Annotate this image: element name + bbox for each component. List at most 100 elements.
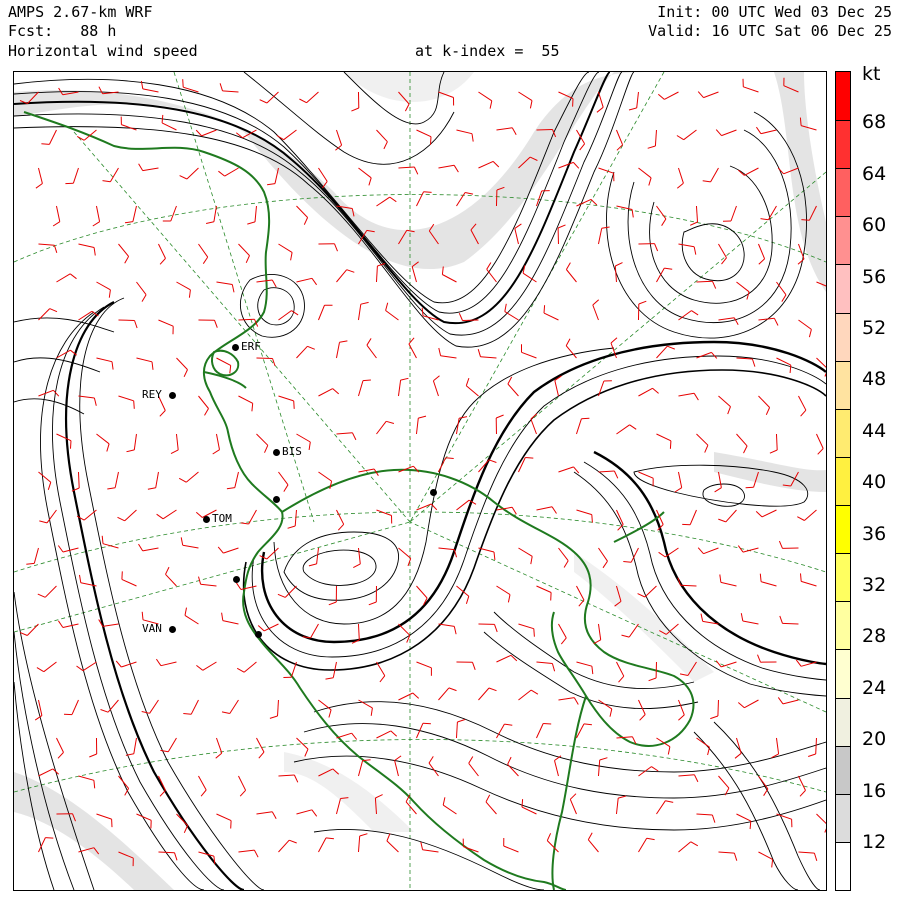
wind-barb-staff <box>478 91 493 102</box>
wind-barb-flag <box>565 262 571 270</box>
station-marker[interactable] <box>169 392 176 399</box>
wind-barb-staff <box>816 433 824 449</box>
wind-barb-staff <box>598 167 614 174</box>
wind-barb-flag <box>599 757 608 761</box>
wind-barb-staff <box>721 661 737 668</box>
wind-barb-flag <box>727 406 731 415</box>
wind-barb-flag <box>707 747 710 756</box>
wind-barb-flag <box>57 752 64 759</box>
wind-barb-flag <box>291 310 299 316</box>
wind-barb-flag <box>714 487 722 493</box>
wind-barb-flag <box>188 289 191 298</box>
wind-barb-flag <box>755 511 763 518</box>
wind-barb-staff <box>186 167 199 180</box>
wind-barb-flag <box>183 369 188 378</box>
wind-barb-flag <box>375 794 383 799</box>
wind-barb-flag <box>510 654 518 662</box>
wind-barb-flag <box>293 400 295 409</box>
wind-barb-flag <box>797 258 805 265</box>
wind-barb-flag <box>755 126 762 134</box>
wind-barb-flag <box>325 837 334 840</box>
wind-barb-staff <box>416 191 425 207</box>
forecast-hour: Fcst: 88 h <box>8 22 117 40</box>
wind-barb-flag <box>592 299 600 306</box>
wind-barb-staff <box>496 127 513 131</box>
wind-barb-staff <box>742 547 759 553</box>
wind-barb-staff <box>357 623 360 641</box>
wind-barb-staff <box>683 129 697 141</box>
wind-barb-staff <box>213 205 217 222</box>
wind-barb-flag <box>151 361 154 370</box>
wind-barb-staff <box>718 851 735 854</box>
wind-barb-flag <box>697 91 704 98</box>
wind-barb-flag <box>204 408 209 416</box>
wind-barb-flag <box>472 662 476 670</box>
wind-barb-staff <box>248 509 257 525</box>
wind-barb-flag <box>147 487 156 490</box>
wind-barb-flag <box>489 100 493 109</box>
wind-barb-staff <box>575 418 582 435</box>
wind-speed-map[interactable]: ERF REY BIS TOM VAN <box>13 71 827 891</box>
wind-barb-staff <box>316 547 319 564</box>
wind-barb-staff <box>72 167 79 184</box>
wind-barb-flag <box>269 715 278 719</box>
wind-barb-flag <box>226 487 235 490</box>
wind-barb-flag <box>221 711 230 714</box>
wind-barb-staff <box>198 395 209 409</box>
wind-barb-staff <box>496 723 505 739</box>
wind-barb-flag <box>366 338 372 346</box>
wind-barb-staff <box>294 509 297 527</box>
wind-barb-flag <box>485 794 491 803</box>
wind-barb-staff <box>597 91 604 108</box>
station-marker[interactable] <box>273 449 280 456</box>
wind-barb-staff <box>238 318 255 321</box>
wind-barb-staff <box>696 813 713 816</box>
station-marker[interactable] <box>169 626 176 633</box>
wind-barb-staff <box>385 310 399 321</box>
wind-barb-flag <box>618 795 627 799</box>
wind-barb-flag <box>530 689 539 695</box>
wind-barb-staff <box>614 265 617 283</box>
station-marker[interactable] <box>273 496 280 503</box>
wind-barb-flag <box>529 100 533 109</box>
wind-barb-staff <box>554 380 559 397</box>
wind-barb-flag <box>743 445 748 454</box>
wind-barb-flag <box>769 449 778 454</box>
wind-barb-staff <box>56 433 72 442</box>
station-marker[interactable] <box>203 516 210 523</box>
wind-barb-flag <box>351 432 357 441</box>
wind-barb-staff <box>118 395 134 402</box>
station-marker[interactable] <box>232 344 239 351</box>
wind-barb-staff <box>357 547 361 564</box>
wind-barb-flag <box>418 415 427 419</box>
wind-barb-flag <box>267 183 276 186</box>
wind-barb-flag <box>196 665 204 671</box>
wind-barb-staff <box>703 91 719 99</box>
wind-barb-staff <box>442 274 457 283</box>
station-marker[interactable] <box>430 489 437 496</box>
wind-barb-staff <box>56 737 64 753</box>
wind-barb-staff <box>696 280 713 283</box>
wind-barb-staff <box>496 654 512 663</box>
station-marker[interactable] <box>233 576 240 583</box>
wind-barb-staff <box>536 723 544 739</box>
wind-barb-staff <box>638 387 653 397</box>
wind-barb-flag <box>817 448 824 455</box>
wind-barb-staff <box>124 509 137 522</box>
wind-barb-staff <box>536 506 553 511</box>
wind-barb-staff <box>162 509 177 520</box>
wind-barb-staff <box>190 699 199 715</box>
wind-barb-staff <box>456 499 470 511</box>
wind-barb-flag <box>493 551 496 560</box>
wind-barb-flag <box>102 180 111 183</box>
station-marker[interactable] <box>255 631 262 638</box>
wind-barb-staff <box>357 304 362 321</box>
colorbar-segment <box>836 264 850 313</box>
wind-barb-flag <box>390 730 398 737</box>
wind-barb-staff <box>161 122 177 131</box>
wind-barb-flag <box>488 687 497 692</box>
wind-barb-flag <box>430 136 432 145</box>
wind-barb-flag <box>107 487 116 490</box>
wind-barb-flag <box>565 338 571 346</box>
wind-barb-flag <box>115 660 122 668</box>
